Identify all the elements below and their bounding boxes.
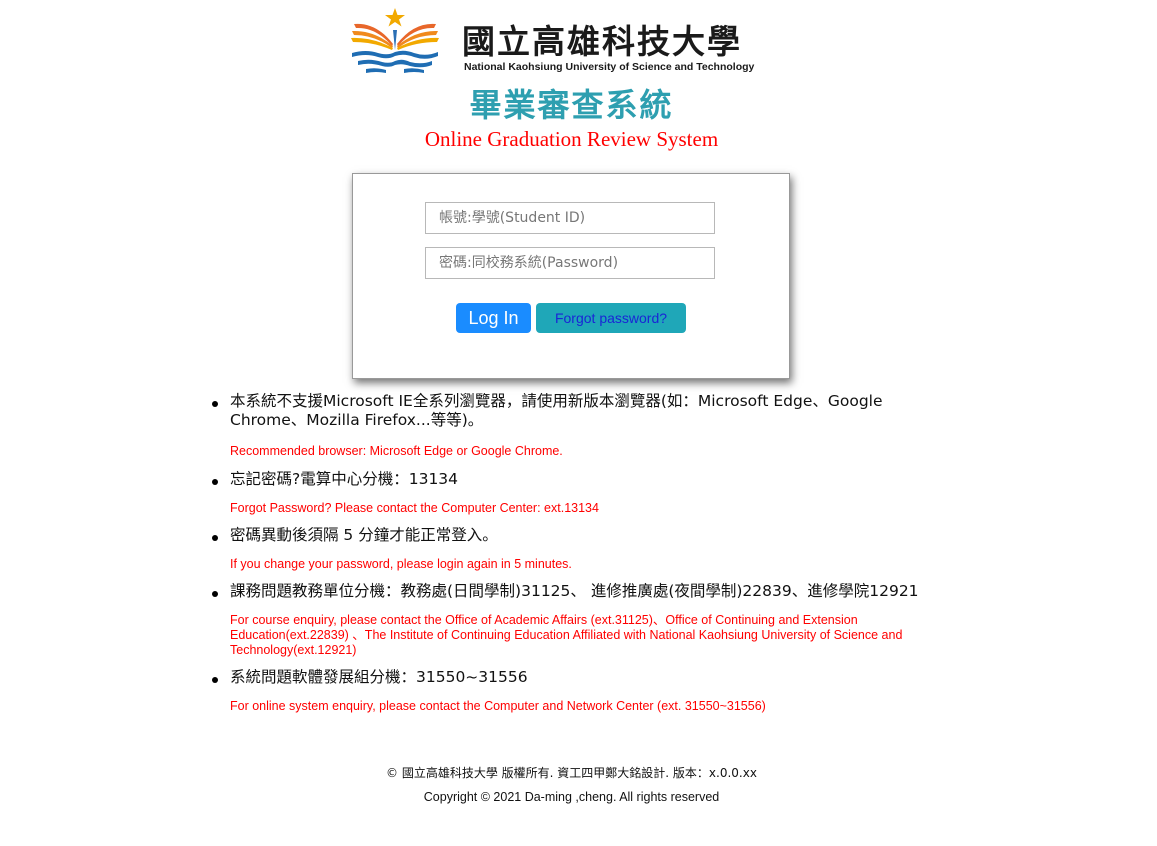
password-input[interactable] xyxy=(425,247,715,279)
footer-credits: © 國立高雄科技大學 版權所有. 資工四甲鄭大銘設計. 版本：x.0.0.xx xyxy=(386,766,757,780)
forgot-password-button[interactable]: Forgot password? xyxy=(536,303,686,333)
bullet-dot xyxy=(212,591,218,597)
bullet-dot xyxy=(212,535,218,541)
bullet-dot xyxy=(212,479,218,485)
notice-text-en: If you change your password, please logi… xyxy=(230,557,572,571)
login-page: 國立高雄科技大學 National Kaohsiung University o… xyxy=(0,0,1157,846)
notice-text-cn: 系統問題軟體發展組分機：31550~31556 xyxy=(230,668,528,686)
notice-text-cn: 本系統不支援Microsoft IE全系列瀏覽器，請使用新版本瀏覽器(如：Mic… xyxy=(230,392,883,429)
page-title: 畢業審查系統 xyxy=(469,86,674,124)
page-subtitle: Online Graduation Review System xyxy=(424,127,719,151)
bullet-dot xyxy=(212,401,218,407)
university-name-en: National Kaohsiung University of Science… xyxy=(464,61,755,73)
notice-text-en: Forgot Password? Please contact the Comp… xyxy=(230,501,599,515)
notice-text-en: For online system enquiry, please contac… xyxy=(230,699,766,713)
notice-text-en: Recommended browser: Microsoft Edge or G… xyxy=(230,444,563,458)
bullet-dot xyxy=(212,677,218,683)
login-form: Log In Forgot password? xyxy=(352,173,790,379)
login-button[interactable]: Log In xyxy=(456,303,531,333)
notice-text-en: For course enquiry, please contact the O… xyxy=(230,613,903,657)
university-name-cn: 國立高雄科技大學 xyxy=(462,22,742,61)
footer-copyright: Copyright © 2021 Da-ming ,cheng. All rig… xyxy=(423,790,720,804)
notice-text-cn: 密碼異動後須隔 5 分鐘才能正常登入。 xyxy=(230,526,498,544)
notice-text-cn: 忘記密碼?電算中心分機：13134 xyxy=(230,470,459,488)
student-id-input[interactable] xyxy=(425,202,715,234)
university-logo: 國立高雄科技大學 National Kaohsiung University o… xyxy=(348,6,798,76)
university-book-star-logo-icon xyxy=(351,8,439,73)
notice-text-cn: 課務問題教務單位分機：教務處(日間學制)31125、 進修推廣處(夜間學制)22… xyxy=(230,582,919,600)
